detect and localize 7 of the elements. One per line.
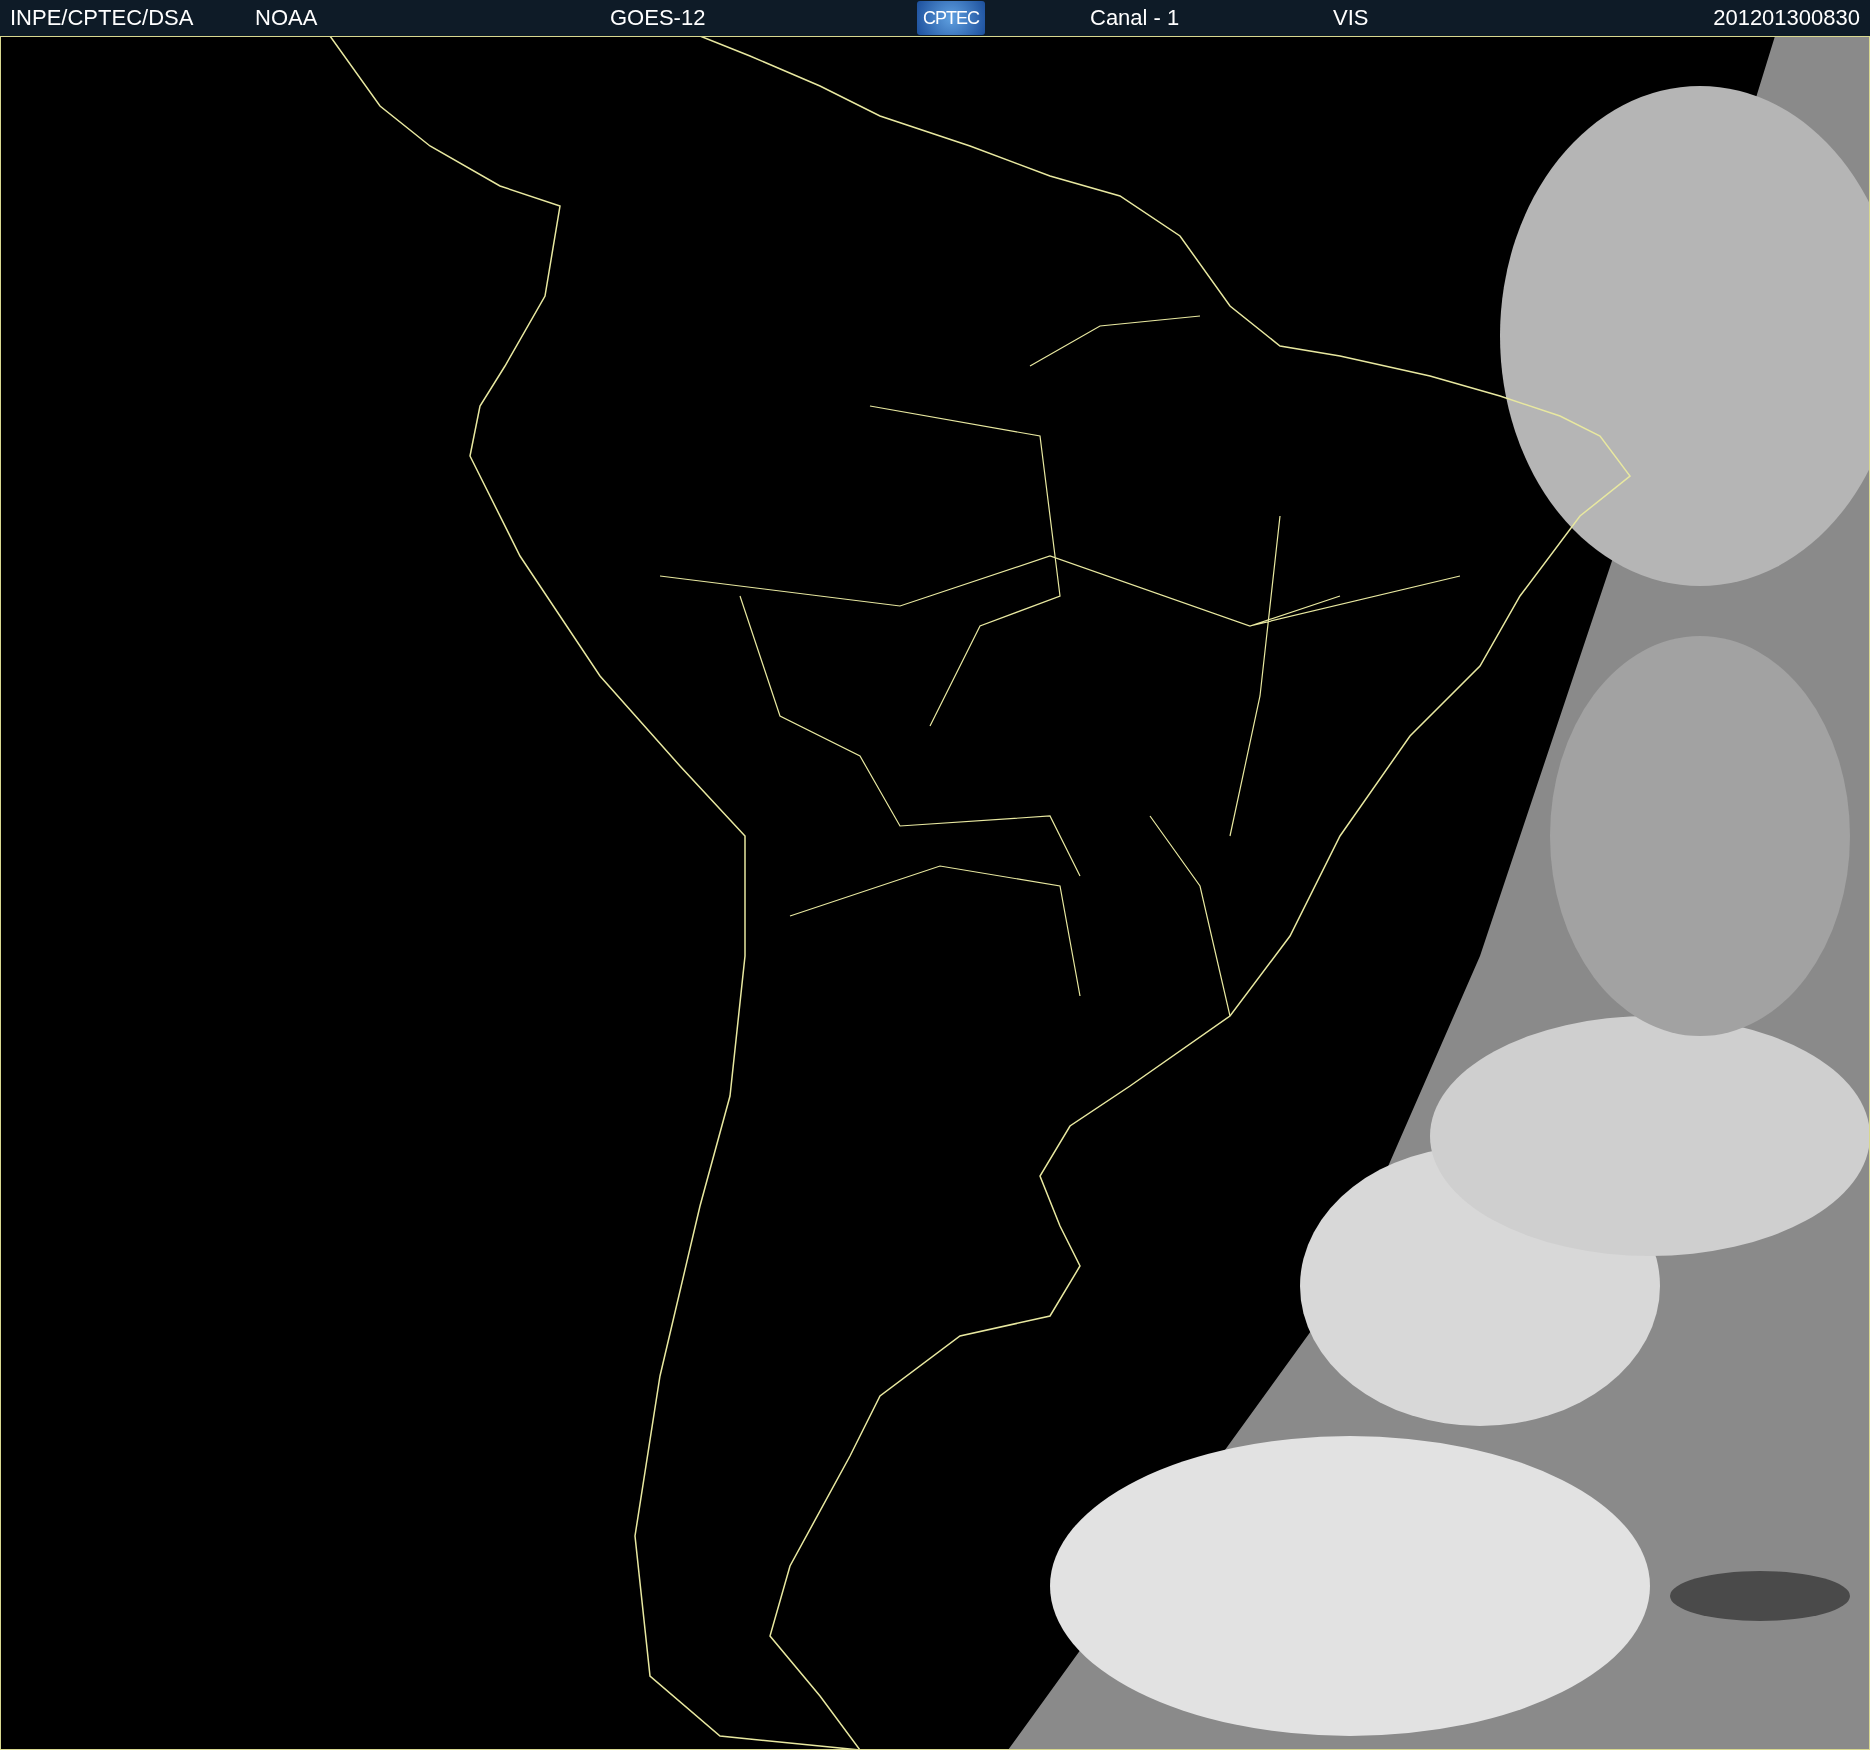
header-label: VIS	[1332, 5, 1370, 31]
logo: CPTEC	[917, 1, 985, 35]
header-label: Canal - 1	[1089, 5, 1181, 31]
header-label: 201201300830	[1712, 5, 1861, 31]
header-label: NOAA	[254, 5, 319, 31]
header-label: GOES-12	[609, 5, 707, 31]
header-label: INPE/CPTEC/DSA	[9, 5, 195, 31]
